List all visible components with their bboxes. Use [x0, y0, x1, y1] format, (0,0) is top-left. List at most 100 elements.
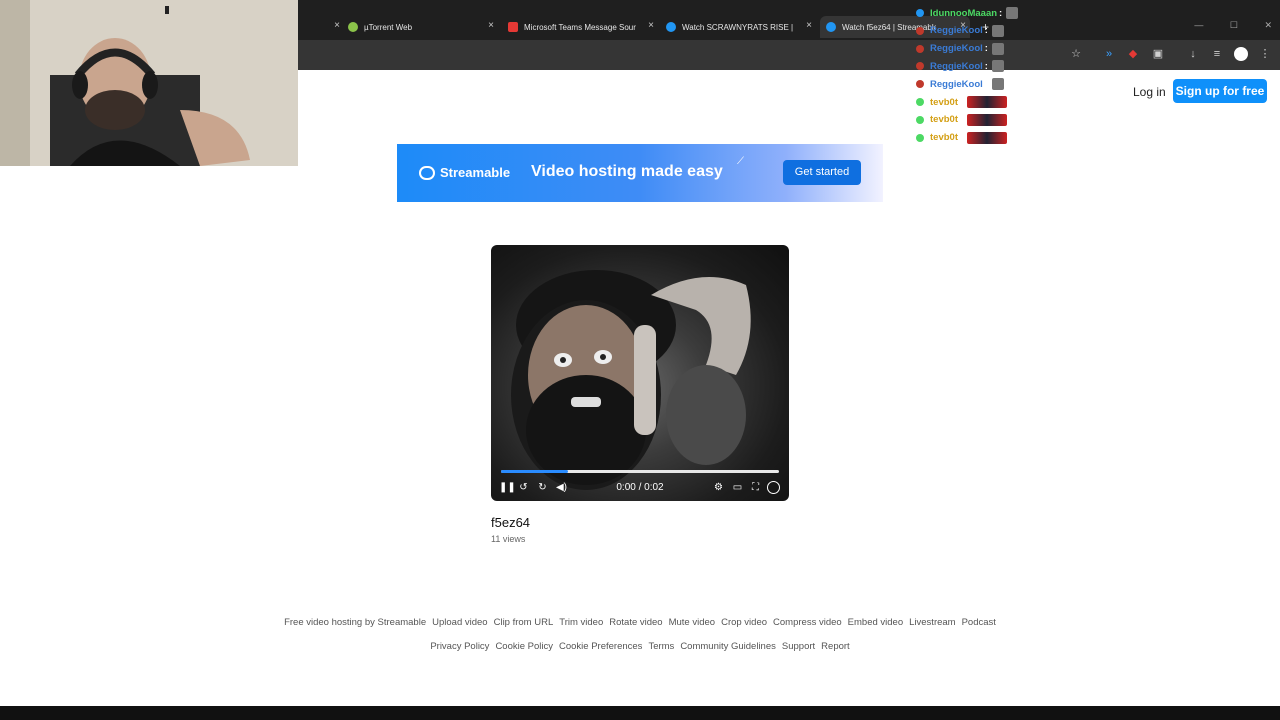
- footer-link[interactable]: Cookie Preferences: [559, 641, 642, 652]
- chat-message: tevb0t:: [916, 113, 1008, 127]
- chat-message: ReggieKool:: [916, 42, 1004, 56]
- chat-username: ReggieKool: [930, 43, 983, 55]
- chat-emote-icon: [1006, 7, 1019, 19]
- extension-shield-icon[interactable]: ◆: [1126, 47, 1140, 61]
- banner-tagline: Video hosting made easy: [531, 163, 723, 180]
- footer-link[interactable]: Rotate video: [609, 617, 662, 628]
- chat-username: ReggieKool: [930, 60, 983, 72]
- footer-link[interactable]: Cookie Policy: [495, 641, 553, 652]
- chat-separator: :: [959, 132, 964, 144]
- download-icon[interactable]: ↓: [1186, 47, 1200, 61]
- chat-badge-icon: [916, 26, 924, 35]
- signup-button[interactable]: Sign up for free: [1173, 79, 1267, 103]
- chat-emote-icon: [967, 96, 1008, 108]
- media-list-icon[interactable]: ≡: [1210, 47, 1224, 61]
- chat-badge-icon: [916, 98, 924, 106]
- tab-teams[interactable]: Microsoft Teams Message Sour ×: [508, 16, 654, 38]
- footer-link[interactable]: Terms: [648, 641, 674, 652]
- tab-utorrent[interactable]: µTorrent Web ×: [348, 16, 494, 38]
- footer-link[interactable]: Podcast: [962, 617, 996, 628]
- puzzle-icon[interactable]: ▣: [1151, 47, 1165, 61]
- chat-message: ReggieKool:: [916, 77, 1004, 91]
- chat-message: ReggieKool:: [916, 24, 1004, 38]
- tab-label: µTorrent Web: [364, 22, 413, 32]
- footer-link[interactable]: Free video hosting by Streamable: [284, 617, 426, 628]
- extension-wave-icon[interactable]: »: [1102, 47, 1116, 61]
- footer-link[interactable]: Compress video: [773, 617, 842, 628]
- chat-badge-icon: [916, 115, 924, 124]
- close-icon[interactable]: ×: [488, 20, 494, 31]
- maximize-icon[interactable]: ☐: [1230, 20, 1238, 30]
- video-frame: [511, 270, 751, 490]
- chat-separator: :: [984, 25, 988, 37]
- pause-icon[interactable]: ❚❚: [499, 481, 516, 494]
- volume-icon[interactable]: ◀): [555, 481, 568, 494]
- chat-username: tevb0t: [930, 96, 958, 108]
- progress-fill: [501, 470, 568, 473]
- chat-emote-icon: [991, 24, 1004, 37]
- footer-link[interactable]: Privacy Policy: [430, 641, 489, 652]
- window-controls: — ☐ ✕: [1170, 20, 1272, 31]
- screen: le × µTorrent Web × Microsoft Teams Mess…: [0, 0, 1280, 720]
- streamable-logo-icon: [419, 166, 435, 180]
- close-icon[interactable]: ×: [806, 20, 812, 31]
- chat-separator: :: [959, 96, 964, 108]
- chat-overlay: IdunnooMaaan: ReggieKool: ReggieKool: Reggi…: [916, 6, 1036, 146]
- login-link[interactable]: Log in: [1133, 85, 1166, 99]
- footer-link[interactable]: Clip from URL: [494, 617, 554, 628]
- tab-label: Microsoft Teams Message Sour: [524, 22, 636, 32]
- webcam-feed: [0, 0, 298, 166]
- video-title: f5ez64: [491, 515, 531, 530]
- footer-links-primary: Free video hosting by Streamable Upload v…: [0, 617, 1280, 628]
- footer-link[interactable]: Trim video: [559, 617, 603, 628]
- chat-message: tevb0t:: [916, 95, 1008, 109]
- chat-separator: :: [999, 7, 1003, 19]
- progress-bar[interactable]: [501, 470, 779, 473]
- footer-link[interactable]: Report: [821, 641, 850, 652]
- video-player[interactable]: ❚❚ ↺ ↻ ◀) 0:00 / 0:02 ⚙ ▭ ⛶: [491, 245, 789, 501]
- chat-username: ReggieKool: [930, 25, 983, 37]
- chat-badge-icon: [916, 62, 924, 71]
- tab-label: Watch SCRAWNYRATS RISE | St: [682, 22, 794, 32]
- webcam-overlay: [0, 0, 298, 166]
- chat-badge-icon: [916, 44, 924, 53]
- chat-username: tevb0t: [930, 114, 958, 126]
- footer-link[interactable]: Embed video: [848, 617, 903, 628]
- bookmark-star-icon[interactable]: ☆: [1069, 47, 1083, 61]
- minimize-icon[interactable]: —: [1194, 20, 1203, 30]
- settings-icon[interactable]: ⚙: [712, 481, 725, 494]
- chat-message: tevb0t:: [916, 131, 1008, 145]
- time-display: 0:00 / 0:02: [616, 482, 664, 493]
- footer-link[interactable]: Community Guidelines: [680, 641, 776, 652]
- promo-banner[interactable]: Streamable Video hosting made easy ⟋ Get…: [397, 144, 883, 202]
- close-window-icon[interactable]: ✕: [1264, 20, 1272, 30]
- pip-icon[interactable]: ▭: [731, 481, 744, 494]
- banner-logo-text: Streamable: [440, 165, 511, 180]
- chat-separator: :: [959, 114, 964, 126]
- streamable-favicon-icon: [666, 22, 676, 32]
- streamable-favicon-icon: [826, 22, 836, 32]
- forward-icon[interactable]: ↻: [536, 481, 549, 494]
- close-icon[interactable]: ×: [334, 20, 340, 31]
- footer-links-secondary: Privacy Policy Cookie Policy Cookie Prefer…: [0, 641, 1280, 652]
- tab-scrawnyrats[interactable]: Watch SCRAWNYRATS RISE | St ×: [666, 16, 812, 38]
- close-icon[interactable]: ×: [648, 20, 654, 31]
- rewind-icon[interactable]: ↺: [517, 481, 530, 494]
- footer-link[interactable]: Livestream: [909, 617, 955, 628]
- chat-separator: :: [984, 78, 988, 90]
- footer-link[interactable]: Crop video: [721, 617, 767, 628]
- menu-dots-icon[interactable]: ⋮: [1258, 47, 1272, 61]
- get-started-button[interactable]: Get started: [783, 160, 861, 185]
- footer-link[interactable]: Support: [782, 641, 815, 652]
- footer-link[interactable]: Upload video: [432, 617, 487, 628]
- streamable-icon[interactable]: [767, 481, 780, 494]
- fullscreen-icon[interactable]: ⛶: [749, 481, 762, 494]
- utorrent-favicon-icon: [348, 22, 358, 32]
- chat-username: ReggieKool: [930, 78, 983, 90]
- chat-emote-icon: [991, 78, 1004, 91]
- chat-message: ReggieKool:: [916, 59, 1004, 73]
- profile-avatar-icon[interactable]: [1234, 47, 1248, 61]
- chat-emote-icon: [967, 113, 1008, 126]
- chat-username: tevb0t: [930, 132, 958, 144]
- footer-link[interactable]: Mute video: [669, 617, 715, 628]
